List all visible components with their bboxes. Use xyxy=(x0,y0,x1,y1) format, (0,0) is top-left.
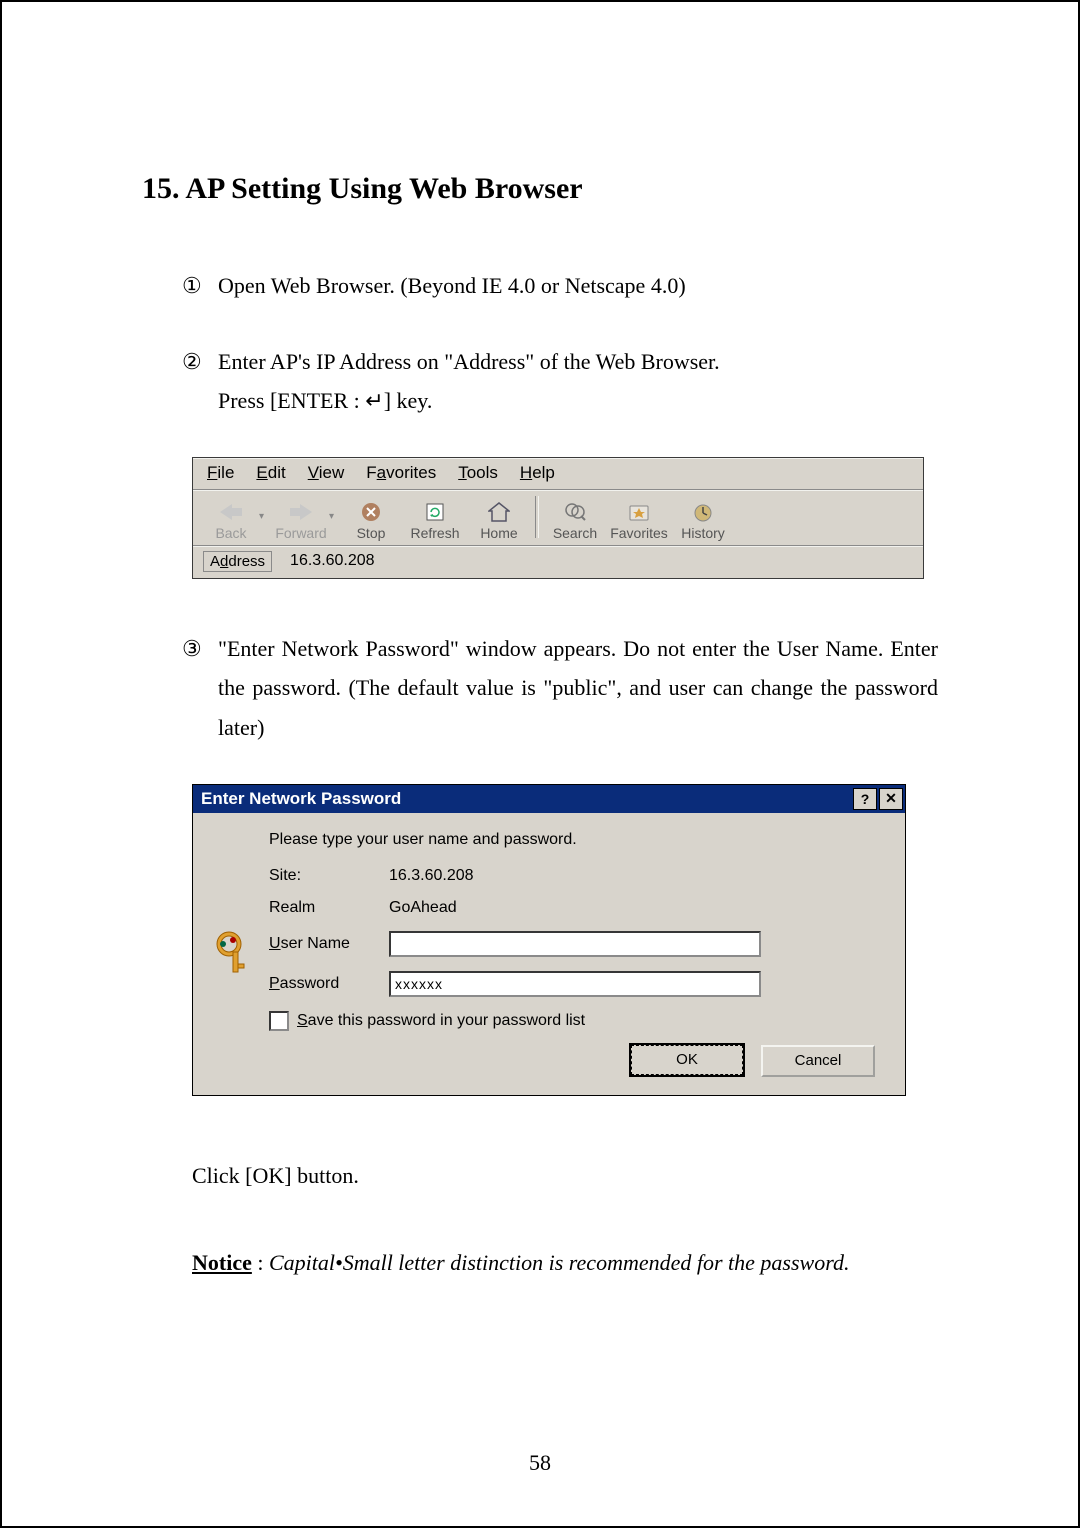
favorites-button[interactable]: Favorites xyxy=(607,493,671,541)
step-2-number: ② xyxy=(182,342,218,421)
home-icon xyxy=(486,501,512,523)
search-icon xyxy=(562,501,588,523)
password-input[interactable]: xxxxxx xyxy=(389,971,761,997)
stop-button[interactable]: Stop xyxy=(339,493,403,541)
arrow-left-icon xyxy=(218,501,244,523)
password-label: Password xyxy=(269,975,389,993)
page-frame: 15. AP Setting Using Web Browser ① Open … xyxy=(0,0,1080,1528)
menubar: File Edit View Favorites Tools Help xyxy=(193,458,923,490)
site-value: 16.3.60.208 xyxy=(389,867,749,885)
home-button[interactable]: Home xyxy=(467,493,531,541)
realm-value: GoAhead xyxy=(389,899,749,917)
notice-line: Notice : Capital•Small letter distinctio… xyxy=(192,1243,938,1283)
notice-label: Notice xyxy=(192,1250,252,1275)
step-1-text: Open Web Browser. (Beyond IE 4.0 or Nets… xyxy=(218,266,938,306)
chevron-down-icon[interactable]: ▾ xyxy=(329,511,339,522)
chevron-down-icon[interactable]: ▾ xyxy=(259,511,269,522)
refresh-icon xyxy=(422,501,448,523)
steps-list-2: ③ "Enter Network Password" window appear… xyxy=(182,629,938,748)
step-3-number: ③ xyxy=(182,629,218,748)
dialog-message: Please type your user name and password. xyxy=(269,831,883,849)
steps-list: ① Open Web Browser. (Beyond IE 4.0 or Ne… xyxy=(182,266,938,421)
forward-label: Forward xyxy=(275,525,326,541)
menu-view[interactable]: View xyxy=(308,463,345,483)
save-password-row: Save this password in your password list xyxy=(269,1011,883,1031)
menu-file[interactable]: File xyxy=(207,463,234,483)
favorites-icon xyxy=(626,501,652,523)
toolbar-separator xyxy=(535,496,539,538)
dialog-titlebar: Enter Network Password ? ✕ xyxy=(193,785,905,813)
search-label: Search xyxy=(553,525,597,541)
toolbar: Back ▾ Forward ▾ Stop Refresh Home xyxy=(193,490,923,546)
refresh-label: Refresh xyxy=(410,525,459,541)
history-button[interactable]: History xyxy=(671,493,735,541)
save-password-checkbox[interactable] xyxy=(269,1011,289,1031)
username-input[interactable] xyxy=(389,931,761,957)
password-dialog: Enter Network Password ? ✕ xyxy=(192,784,906,1096)
dialog-title: Enter Network Password xyxy=(201,789,401,809)
menu-edit[interactable]: Edit xyxy=(256,463,285,483)
refresh-button[interactable]: Refresh xyxy=(403,493,467,541)
ok-button[interactable]: OK xyxy=(631,1045,743,1075)
step-1-number: ① xyxy=(182,266,218,306)
search-button[interactable]: Search xyxy=(543,493,607,541)
close-button[interactable]: ✕ xyxy=(879,788,903,810)
forward-button[interactable]: Forward xyxy=(269,493,333,541)
notice-text: Capital•Small letter distinction is reco… xyxy=(269,1250,850,1275)
address-bar: Address 16.3.60.208 xyxy=(193,546,923,578)
stop-label: Stop xyxy=(357,525,386,541)
address-label: Address xyxy=(203,551,272,572)
history-icon xyxy=(690,501,716,523)
help-button[interactable]: ? xyxy=(853,788,877,810)
notice-colon: : xyxy=(252,1250,269,1275)
menu-favorites[interactable]: Favorites xyxy=(366,463,436,483)
stop-icon xyxy=(358,501,384,523)
cancel-button[interactable]: Cancel xyxy=(761,1045,875,1077)
save-password-label: Save this password in your password list xyxy=(297,1012,585,1030)
step-1: ① Open Web Browser. (Beyond IE 4.0 or Ne… xyxy=(182,266,938,306)
post-dialog-text: Click [OK] button. Notice : Capital•Smal… xyxy=(192,1156,938,1283)
step-2-body: Enter AP's IP Address on "Address" of th… xyxy=(218,342,938,421)
close-icon: ✕ xyxy=(885,790,897,807)
section-heading: 15. AP Setting Using Web Browser xyxy=(142,172,998,206)
menu-tools[interactable]: Tools xyxy=(458,463,498,483)
menu-help[interactable]: Help xyxy=(520,463,555,483)
realm-label: Realm xyxy=(269,899,389,917)
back-label: Back xyxy=(215,525,246,541)
arrow-right-icon xyxy=(288,501,314,523)
step-2: ② Enter AP's IP Address on "Address" of … xyxy=(182,342,938,421)
page-number: 58 xyxy=(2,1450,1078,1476)
step-2-line1: Enter AP's IP Address on "Address" of th… xyxy=(218,342,938,382)
favorites-label: Favorites xyxy=(610,525,668,541)
username-label: User Name xyxy=(269,935,389,953)
history-label: History xyxy=(681,525,725,541)
key-icon xyxy=(215,928,269,979)
back-button[interactable]: Back xyxy=(199,493,263,541)
browser-screenshot: File Edit View Favorites Tools Help Back… xyxy=(192,457,924,579)
site-label: Site: xyxy=(269,867,389,885)
dialog-body: Please type your user name and password.… xyxy=(193,813,905,1095)
step-2-line2: Press [ENTER : ↵] key. xyxy=(218,381,938,421)
address-value[interactable]: 16.3.60.208 xyxy=(290,552,375,570)
home-label: Home xyxy=(480,525,517,541)
click-ok-text: Click [OK] button. xyxy=(192,1156,938,1196)
step-3: ③ "Enter Network Password" window appear… xyxy=(182,629,938,748)
step-3-text: "Enter Network Password" window appears.… xyxy=(218,629,938,748)
